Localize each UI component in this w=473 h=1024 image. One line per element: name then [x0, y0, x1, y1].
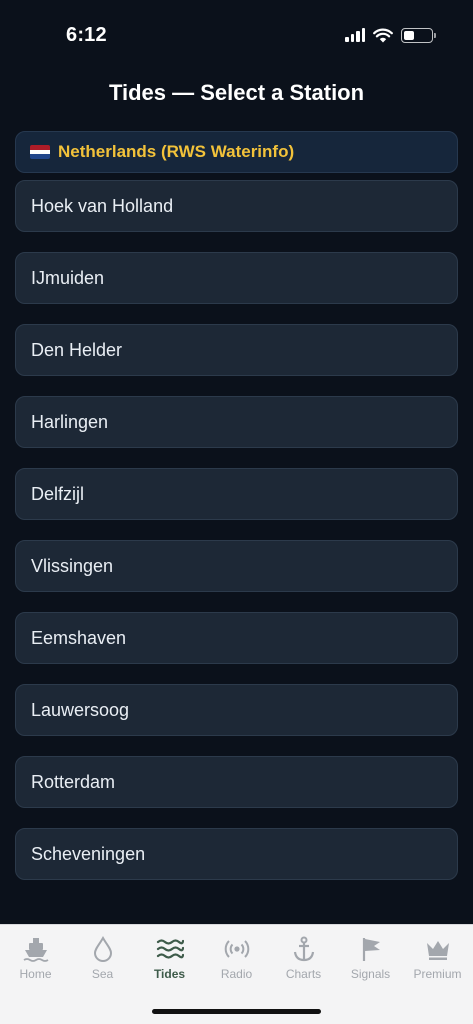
tab-premium[interactable]: Premium	[404, 925, 471, 981]
region-label: Netherlands (RWS Waterinfo)	[58, 142, 295, 161]
tab-label: Signals	[350, 967, 391, 981]
tab-tides[interactable]: Tides	[136, 925, 203, 981]
station-item[interactable]: Hoek van Holland	[15, 180, 458, 232]
netherlands-flag-icon	[30, 145, 50, 159]
tab-label: Radio	[220, 967, 253, 981]
tab-bar: Home Sea Tides Radio Charts Signals Prem…	[0, 924, 473, 1024]
waves-icon	[156, 939, 184, 959]
tab-signals[interactable]: Signals	[337, 925, 404, 981]
station-item[interactable]: Rotterdam	[15, 756, 458, 808]
water-drop-icon	[93, 935, 112, 962]
status-time: 6:12	[66, 24, 107, 46]
tab-sea[interactable]: Sea	[69, 925, 136, 981]
tab-label: Premium	[413, 967, 462, 981]
station-item[interactable]: Vlissingen	[15, 540, 458, 592]
tab-home[interactable]: Home	[2, 925, 69, 981]
home-indicator	[152, 1009, 321, 1014]
tab-label: Charts	[285, 967, 322, 981]
station-item[interactable]: Delfzijl	[15, 468, 458, 520]
station-list: Hoek van Holland IJmuiden Den Helder Har…	[15, 180, 458, 900]
region-header: Netherlands (RWS Waterinfo)	[15, 131, 458, 173]
wifi-icon	[373, 28, 393, 42]
crown-icon	[426, 941, 449, 960]
station-item[interactable]: Harlingen	[15, 396, 458, 448]
battery-icon	[401, 27, 436, 43]
tab-charts[interactable]: Charts	[270, 925, 337, 981]
status-bar: 6:12	[0, 0, 473, 64]
tab-label: Sea	[91, 967, 114, 981]
station-item[interactable]: Den Helder	[15, 324, 458, 376]
radio-icon	[224, 940, 249, 958]
station-item[interactable]: Eemshaven	[15, 612, 458, 664]
station-item[interactable]: Lauwersoog	[15, 684, 458, 736]
tab-label: Tides	[153, 967, 186, 981]
tab-radio[interactable]: Radio	[203, 925, 270, 981]
station-item[interactable]: IJmuiden	[15, 252, 458, 304]
ship-icon	[23, 938, 48, 962]
page-title: Tides — Select a Station	[108, 80, 365, 105]
station-item[interactable]: Scheveningen	[15, 828, 458, 880]
cellular-signal-icon	[345, 28, 365, 42]
status-icons	[345, 26, 436, 44]
anchor-icon	[293, 936, 314, 962]
tab-label: Home	[19, 967, 52, 981]
flag-icon	[362, 938, 380, 961]
